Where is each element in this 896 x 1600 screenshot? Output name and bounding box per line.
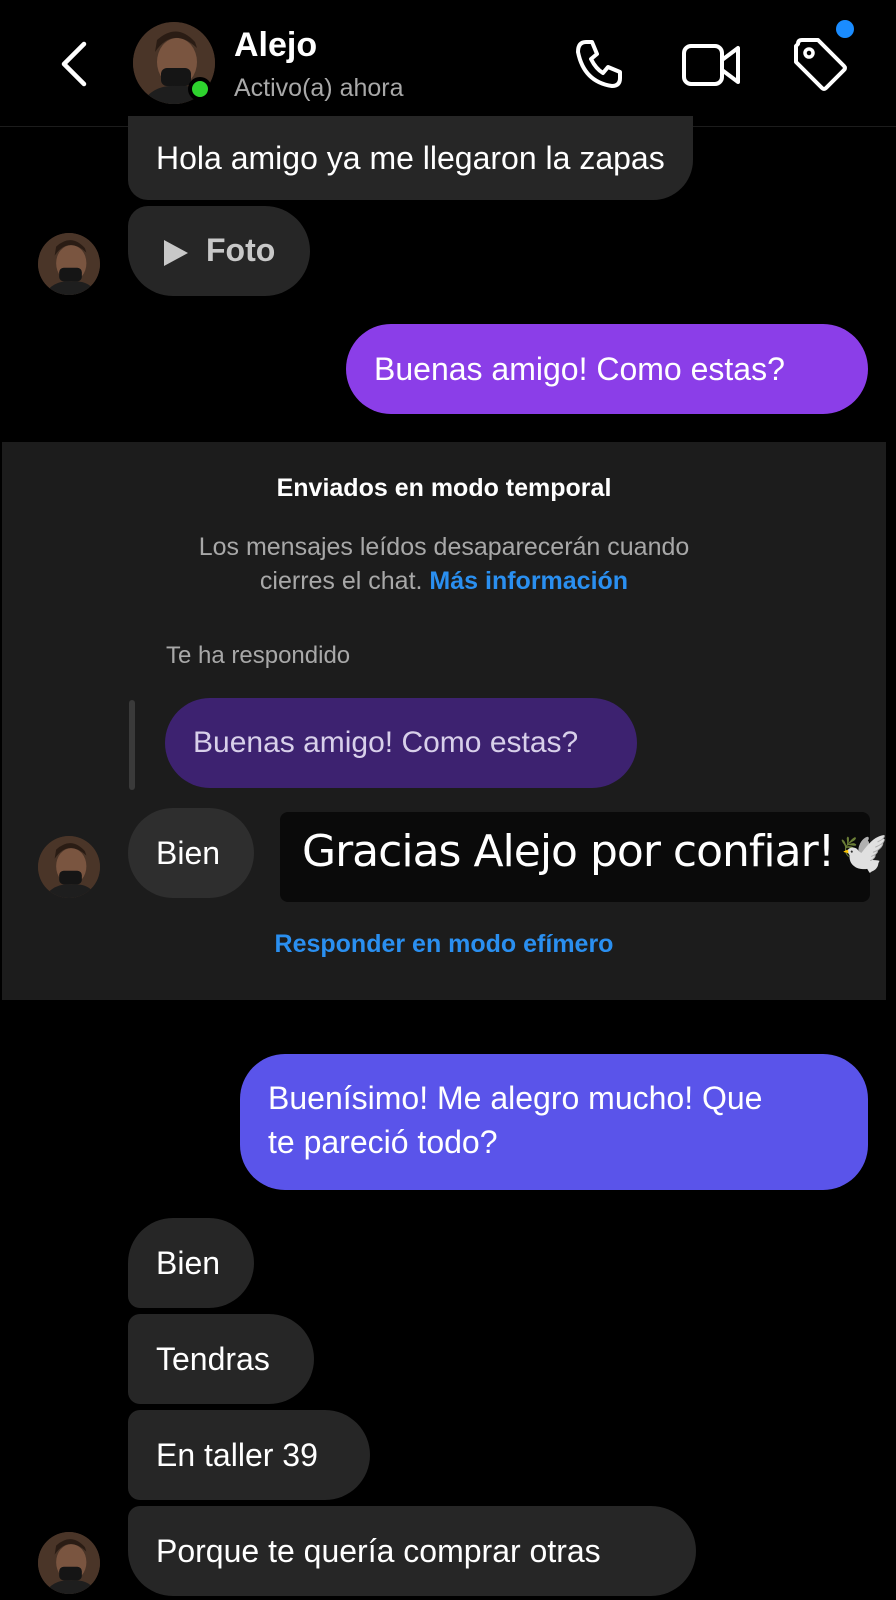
ephemeral-title: Enviados en modo temporal: [276, 474, 612, 502]
incoming-message[interactable]: En taller 39: [128, 1410, 370, 1500]
outgoing-message[interactable]: Buenísimo! Me alegro mucho! Que te parec…: [240, 1054, 868, 1190]
outgoing-message-line2: te pareció todo?: [268, 1124, 498, 1160]
respond-ephemeral-link[interactable]: Responder en modo efímero: [2, 930, 886, 959]
incoming-message[interactable]: Bien: [128, 1218, 254, 1308]
call-button[interactable]: [570, 36, 626, 97]
avatar-photo: [38, 233, 100, 295]
quoted-message[interactable]: Buenas amigo! Como estas?: [165, 698, 637, 788]
sender-avatar[interactable]: [38, 233, 100, 295]
video-camera-icon: [682, 44, 740, 86]
phone-icon: [576, 40, 622, 88]
avatar-photo: [38, 1532, 100, 1594]
quote-bar: [129, 700, 135, 790]
notification-dot: [836, 20, 854, 38]
video-call-button[interactable]: [680, 38, 742, 95]
reply-message[interactable]: Bien: [128, 808, 254, 898]
back-chevron-icon: [61, 41, 87, 87]
photo-message[interactable]: Foto: [128, 206, 310, 296]
incoming-message[interactable]: Porque te quería comprar otras: [128, 1506, 696, 1596]
contact-name[interactable]: Alejo: [234, 26, 317, 65]
ephemeral-desc-line2-text: cierres el chat.: [259, 567, 423, 595]
ephemeral-description: Los mensajes leídos desaparecerán cuando…: [2, 530, 886, 598]
overlay-text: Gracias Alejo por confiar!: [302, 826, 835, 877]
outgoing-message-line1: Buenísimo! Me alegro mucho! Que: [268, 1080, 763, 1116]
outgoing-message[interactable]: Buenas amigo! Como estas?: [346, 324, 868, 414]
incoming-message[interactable]: Hola amigo ya me llegaron la zapas: [128, 116, 693, 200]
ephemeral-desc-line2: cierres el chat. Más información: [2, 564, 886, 598]
more-info-link[interactable]: Más información: [429, 567, 628, 595]
online-status-dot: [188, 77, 212, 101]
sender-avatar[interactable]: [38, 1532, 100, 1594]
dove-emoji: 🕊️: [838, 831, 889, 875]
overlay-caption: Gracias Alejo por confiar! 🕊️: [280, 812, 889, 902]
chat-header: Alejo Activo(a) ahora: [0, 0, 896, 127]
back-button[interactable]: [52, 36, 100, 92]
play-icon: [164, 240, 188, 266]
ephemeral-mode-panel: Enviados en modo temporal Los mensajes l…: [2, 442, 889, 1000]
avatar-photo: [38, 836, 100, 898]
incoming-message[interactable]: Tendras: [128, 1314, 314, 1404]
photo-label: Foto: [206, 232, 276, 268]
tag-button[interactable]: [792, 36, 848, 97]
tag-icon: [794, 38, 847, 91]
ephemeral-desc-line1: Los mensajes leídos desaparecerán cuando: [198, 533, 690, 561]
sender-avatar[interactable]: [38, 836, 100, 898]
replied-label: Te ha respondido: [166, 642, 351, 669]
contact-status: Activo(a) ahora: [234, 74, 404, 102]
